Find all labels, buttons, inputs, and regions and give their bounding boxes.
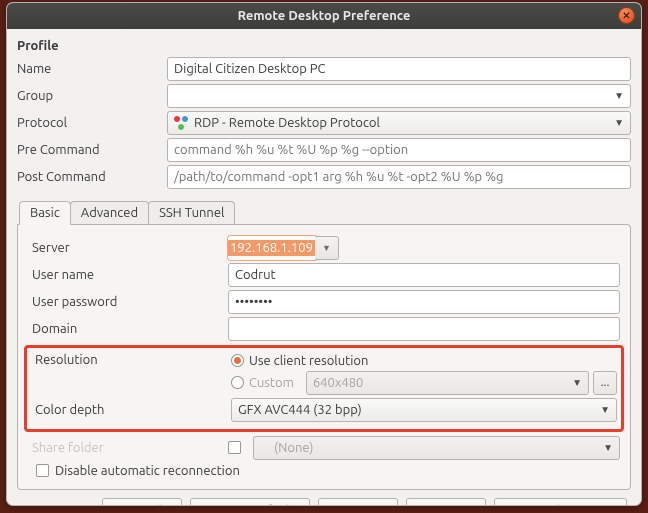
name-input[interactable] (167, 57, 631, 81)
colordepth-value: GFX AVC444 (32 bpp) (238, 403, 362, 417)
precmd-label: Pre Command (17, 143, 167, 157)
sharefolder-value: (None) (274, 441, 313, 455)
server-label: Server (28, 241, 228, 255)
tab-ssh-tunnel[interactable]: SSH Tunnel (148, 201, 235, 224)
checkbox-icon (36, 464, 49, 477)
profile-heading: Profile (17, 39, 631, 53)
protocol-label: Protocol (17, 116, 167, 130)
disable-reconnect-checkbox[interactable]: Disable automatic reconnection (28, 464, 240, 478)
server-input[interactable]: 192.168.1.109 (228, 236, 315, 260)
radio-icon (231, 354, 244, 367)
checkbox-icon (228, 441, 241, 454)
tab-basic[interactable]: Basic (19, 201, 71, 225)
chevron-down-icon: ▼ (614, 90, 624, 102)
tab-advanced[interactable]: Advanced (70, 201, 149, 224)
radio-icon (231, 376, 244, 389)
cancel-button[interactable]: Cancel (102, 498, 182, 507)
save-button[interactable]: Save (318, 498, 398, 507)
name-label: Name (17, 62, 167, 76)
server-value: 192.168.1.109 (228, 240, 315, 256)
resolution-browse-button[interactable]: ... (593, 371, 617, 395)
save-connect-button[interactable]: Save and Connect (494, 498, 627, 507)
rdp-icon (174, 116, 188, 130)
domain-label: Domain (28, 322, 228, 336)
postcmd-input[interactable] (167, 165, 631, 189)
sharefolder-combo[interactable]: (None) ▼ (253, 436, 620, 460)
window-title: Remote Desktop Preference (238, 9, 411, 23)
username-label: User name (28, 268, 228, 282)
password-label: User password (28, 295, 228, 309)
chevron-down-icon: ▼ (600, 404, 610, 416)
tabstrip: Basic Advanced SSH Tunnel (17, 199, 631, 224)
resolution-custom-radio[interactable]: Custom (231, 376, 294, 390)
save-default-button[interactable]: Save as Default (190, 498, 309, 507)
preference-window: Remote Desktop Preference ✕ Profile Name… (6, 2, 642, 506)
resolution-custom-value: 640x480 (313, 376, 364, 390)
close-icon[interactable]: ✕ (618, 7, 635, 24)
sharefolder-label: Share folder (28, 441, 228, 455)
chevron-down-icon: ▼ (614, 117, 624, 129)
titlebar: Remote Desktop Preference ✕ (7, 3, 641, 29)
button-bar: Cancel Save as Default Save Connect Save… (17, 490, 631, 507)
colordepth-combo[interactable]: GFX AVC444 (32 bpp) ▼ (231, 398, 617, 422)
sharefolder-checkbox[interactable] (228, 441, 247, 454)
tab-body: Server 192.168.1.109 ▼ User name (17, 224, 631, 490)
resolution-label: Resolution (31, 353, 231, 367)
chevron-down-icon: ▼ (603, 442, 613, 454)
resolution-custom-combo[interactable]: 640x480 ▼ (306, 371, 589, 395)
colordepth-label: Color depth (31, 403, 231, 417)
domain-input[interactable] (228, 317, 620, 341)
password-input[interactable] (228, 290, 620, 314)
chevron-down-icon: ▼ (572, 377, 582, 389)
username-input[interactable] (228, 263, 620, 287)
server-history-button[interactable]: ▼ (315, 236, 339, 260)
precmd-input[interactable] (167, 138, 631, 162)
resolution-custom-label: Custom (249, 376, 294, 390)
resolution-client-radio[interactable]: Use client resolution (231, 354, 368, 368)
protocol-combo[interactable]: RDP - Remote Desktop Protocol ▼ (167, 111, 631, 135)
connect-button[interactable]: Connect (406, 498, 486, 507)
disable-reconnect-label: Disable automatic reconnection (55, 464, 240, 478)
protocol-value: RDP - Remote Desktop Protocol (194, 116, 380, 130)
group-combo[interactable]: ▼ (167, 84, 631, 108)
group-label: Group (17, 89, 167, 103)
highlight-box: Resolution Use client resolution (24, 345, 624, 432)
resolution-client-label: Use client resolution (249, 354, 368, 368)
postcmd-label: Post Command (17, 170, 167, 184)
